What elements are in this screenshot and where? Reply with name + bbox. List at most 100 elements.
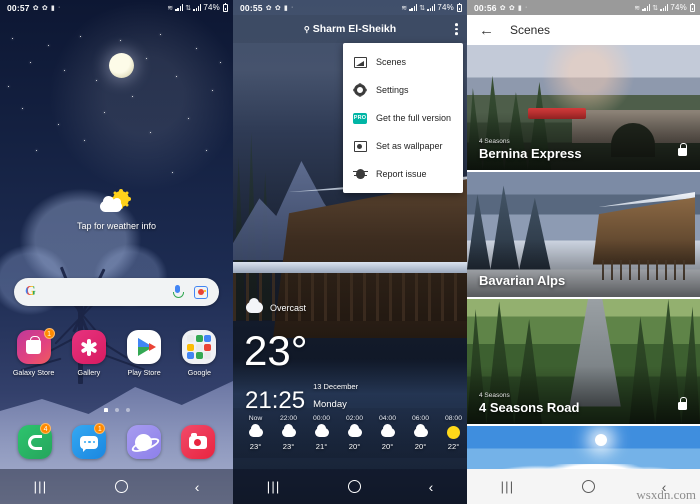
recent-apps-icon[interactable]: |||: [34, 480, 48, 493]
google-lens-icon[interactable]: [194, 285, 208, 299]
google-g-icon: G: [25, 284, 36, 299]
gallery-icon: [71, 330, 106, 364]
battery-percent: 74%: [670, 3, 687, 12]
image-icon: [353, 55, 367, 69]
back-arrow-icon[interactable]: ‹: [429, 480, 434, 494]
current-date: 13 December: [313, 382, 359, 391]
signal-icon: [409, 4, 418, 11]
dock-messages[interactable]: 1: [70, 423, 108, 459]
battery-icon: [223, 2, 228, 12]
dock-phone[interactable]: 4: [16, 423, 54, 459]
hour-cell: 04:00 20°: [371, 415, 404, 451]
scene-title: Bavarian Alps: [479, 273, 566, 288]
menu-item-report-issue[interactable]: Report issue: [343, 160, 463, 188]
app-google-folder[interactable]: Google: [175, 330, 223, 377]
cloud-icon: [338, 424, 371, 440]
hour-label: 04:00: [378, 415, 396, 422]
battery-icon: [457, 2, 462, 12]
alarm-icon: ✿: [499, 4, 506, 12]
hour-label: 06:00: [411, 415, 429, 422]
app-label: Galaxy Store: [12, 368, 55, 377]
more-vert-icon[interactable]: [455, 23, 458, 35]
signal-icon: [175, 4, 184, 11]
google-search-bar[interactable]: G: [14, 278, 219, 306]
status-clock: 00:55: [240, 2, 263, 13]
scene-title: 4 Seasons Road: [479, 400, 580, 415]
wifi-icon: ≋: [401, 4, 408, 12]
hour-cell: 00:00 21°: [305, 415, 338, 451]
weather-widget[interactable]: Tap for weather info: [0, 188, 233, 231]
dock-camera[interactable]: [179, 425, 217, 459]
scene-item-bernina-express[interactable]: 4 Seasons Bernina Express: [467, 45, 700, 170]
hour-cell: Now 23°: [239, 415, 272, 451]
cloud-icon: [272, 424, 305, 440]
cloud-icon: [305, 424, 338, 440]
hourly-forecast[interactable]: Now 23° 22:00 23° 00:00 21° 02:00 20° 04…: [233, 408, 467, 458]
current-condition: Overcast: [246, 298, 306, 313]
hour-temp: 23°: [282, 442, 295, 451]
app-gallery[interactable]: Gallery: [65, 330, 113, 377]
alarm-icon: ✿: [32, 4, 39, 12]
location-title[interactable]: ⚲ Sharm El-Sheikh: [304, 23, 396, 35]
app-galaxy-store[interactable]: 1 Galaxy Store: [10, 328, 58, 377]
home-circle-icon[interactable]: [348, 480, 362, 493]
page-dot-active[interactable]: [103, 408, 108, 412]
status-right: ≋ ⇅ 74%: [401, 2, 462, 12]
app-play-store[interactable]: Play Store: [120, 330, 168, 377]
hour-temp: 20°: [381, 442, 394, 451]
status-bar-home: 00:57 ✿ ✿ ▮ · ≋ ⇅ 74%: [0, 0, 233, 15]
signal2-icon: [660, 4, 669, 11]
wifi-icon: ≋: [167, 4, 174, 12]
back-arrow-icon[interactable]: ‹: [195, 480, 200, 494]
hour-temp: 20°: [414, 442, 427, 451]
menu-item-get-full-version[interactable]: PRO Get the full version: [343, 104, 463, 132]
microphone-icon[interactable]: [173, 285, 184, 299]
hour-cell: 02:00 20°: [338, 415, 371, 451]
app-label: Google: [187, 368, 211, 377]
hour-temp: 21°: [315, 442, 328, 451]
app-label: Play Store: [127, 368, 161, 377]
page-dot[interactable]: [125, 408, 130, 412]
status-right: ≋ ⇅ 74%: [167, 2, 228, 12]
menu-item-set-as-wallpaper[interactable]: Set as wallpaper: [343, 132, 463, 160]
sun-behind-cloud-icon: [0, 188, 233, 218]
menu-item-label: Set as wallpaper: [376, 141, 443, 151]
signal-icon: [642, 4, 651, 11]
page-indicator[interactable]: [0, 408, 233, 412]
hour-cell: 06:00 20°: [404, 415, 437, 451]
dot-icon: ·: [290, 4, 294, 11]
battery-percent: 74%: [203, 3, 220, 12]
hour-temp: 23°: [249, 442, 262, 451]
panel-weather-app: 00:55 ✿ ✿ ▮ · ≋ ⇅ 74% ⚲ Sharm El-Sheikh: [233, 0, 467, 504]
status-clock: 00:57: [7, 2, 30, 13]
hour-temp: 22°: [447, 442, 460, 451]
three-phone-screenshots: 00:57 ✿ ✿ ▮ · ≋ ⇅ 74% Tap for weather in…: [0, 0, 700, 504]
scene-item-bavarian-alps[interactable]: Bavarian Alps: [467, 172, 700, 297]
menu-item-label: Scenes: [376, 57, 407, 67]
location-pin-icon: ⚲: [303, 24, 310, 34]
home-circle-icon[interactable]: [114, 480, 128, 493]
recent-apps-icon[interactable]: |||: [267, 480, 281, 493]
home-circle-icon[interactable]: [581, 480, 595, 493]
play-store-icon: [127, 330, 162, 364]
cloud-icon: [371, 424, 404, 440]
back-arrow-icon[interactable]: ←: [479, 23, 494, 38]
bug-icon: [352, 167, 368, 181]
scene-item-4-seasons-road[interactable]: 4 Seasons 4 Seasons Road: [467, 299, 700, 424]
battery-icon: [690, 2, 695, 12]
status-left: 00:56 ✿ ✿ ▮ ·: [474, 3, 528, 13]
menu-item-scenes[interactable]: Scenes: [343, 48, 463, 76]
settings-icon: ✿: [508, 4, 515, 12]
menu-item-settings[interactable]: Settings: [343, 76, 463, 104]
signal2-icon: [427, 4, 436, 11]
camera-icon: [180, 425, 215, 459]
recent-apps-icon[interactable]: |||: [501, 480, 515, 493]
scene-subtitle: 4 Seasons: [479, 138, 510, 145]
alarm-icon: ✿: [265, 4, 272, 12]
page-dot[interactable]: [114, 408, 119, 412]
scenes-list[interactable]: 4 Seasons Bernina Express Bavarian Alps: [467, 45, 700, 504]
current-temperature: 23°: [244, 327, 308, 374]
crop-frame-icon: [353, 139, 367, 153]
badge-count: 1: [43, 328, 55, 339]
dock-internet[interactable]: [125, 425, 163, 459]
